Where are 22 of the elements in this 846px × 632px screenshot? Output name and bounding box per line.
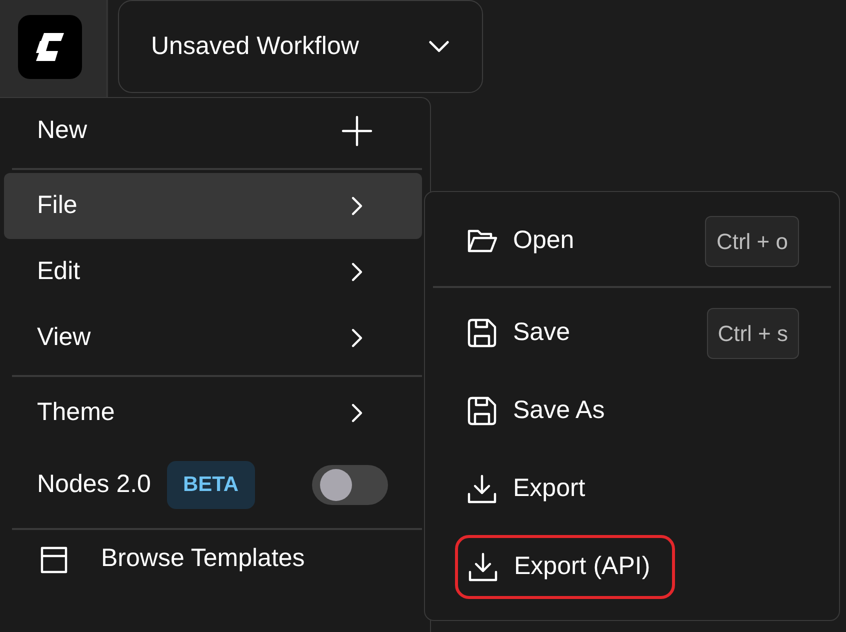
download-icon xyxy=(465,472,499,506)
plus-icon xyxy=(340,114,374,148)
submenu-item[interactable]: Open Ctrl + o xyxy=(425,202,839,280)
submenu-item[interactable]: Save As xyxy=(425,372,839,450)
menu-item[interactable]: Edit xyxy=(4,239,422,305)
menu-item[interactable]: Theme xyxy=(4,380,422,446)
menu-item[interactable]: Browse Templates xyxy=(4,533,422,585)
download-icon xyxy=(466,550,500,584)
submenu-item[interactable]: Export (API) xyxy=(425,528,839,606)
shortcut-key: Ctrl + o xyxy=(705,216,799,266)
menu-item[interactable]: View xyxy=(4,305,422,371)
workflow-button[interactable]: Unsaved Workflow xyxy=(118,0,483,93)
menu-item[interactable]: New xyxy=(4,98,422,164)
toggle-label: Nodes 2.0 xyxy=(37,469,151,500)
shortcut-key: Ctrl + s xyxy=(706,308,799,358)
beta-badge: BETA xyxy=(166,461,255,509)
chevron-down-icon xyxy=(428,40,450,53)
menu-item[interactable]: File xyxy=(4,173,422,239)
submenu-item[interactable]: Export xyxy=(425,450,839,528)
app-logo[interactable] xyxy=(18,15,82,79)
toggle-switch[interactable] xyxy=(312,465,388,505)
submenu-item[interactable]: Save Ctrl + s xyxy=(425,294,839,372)
